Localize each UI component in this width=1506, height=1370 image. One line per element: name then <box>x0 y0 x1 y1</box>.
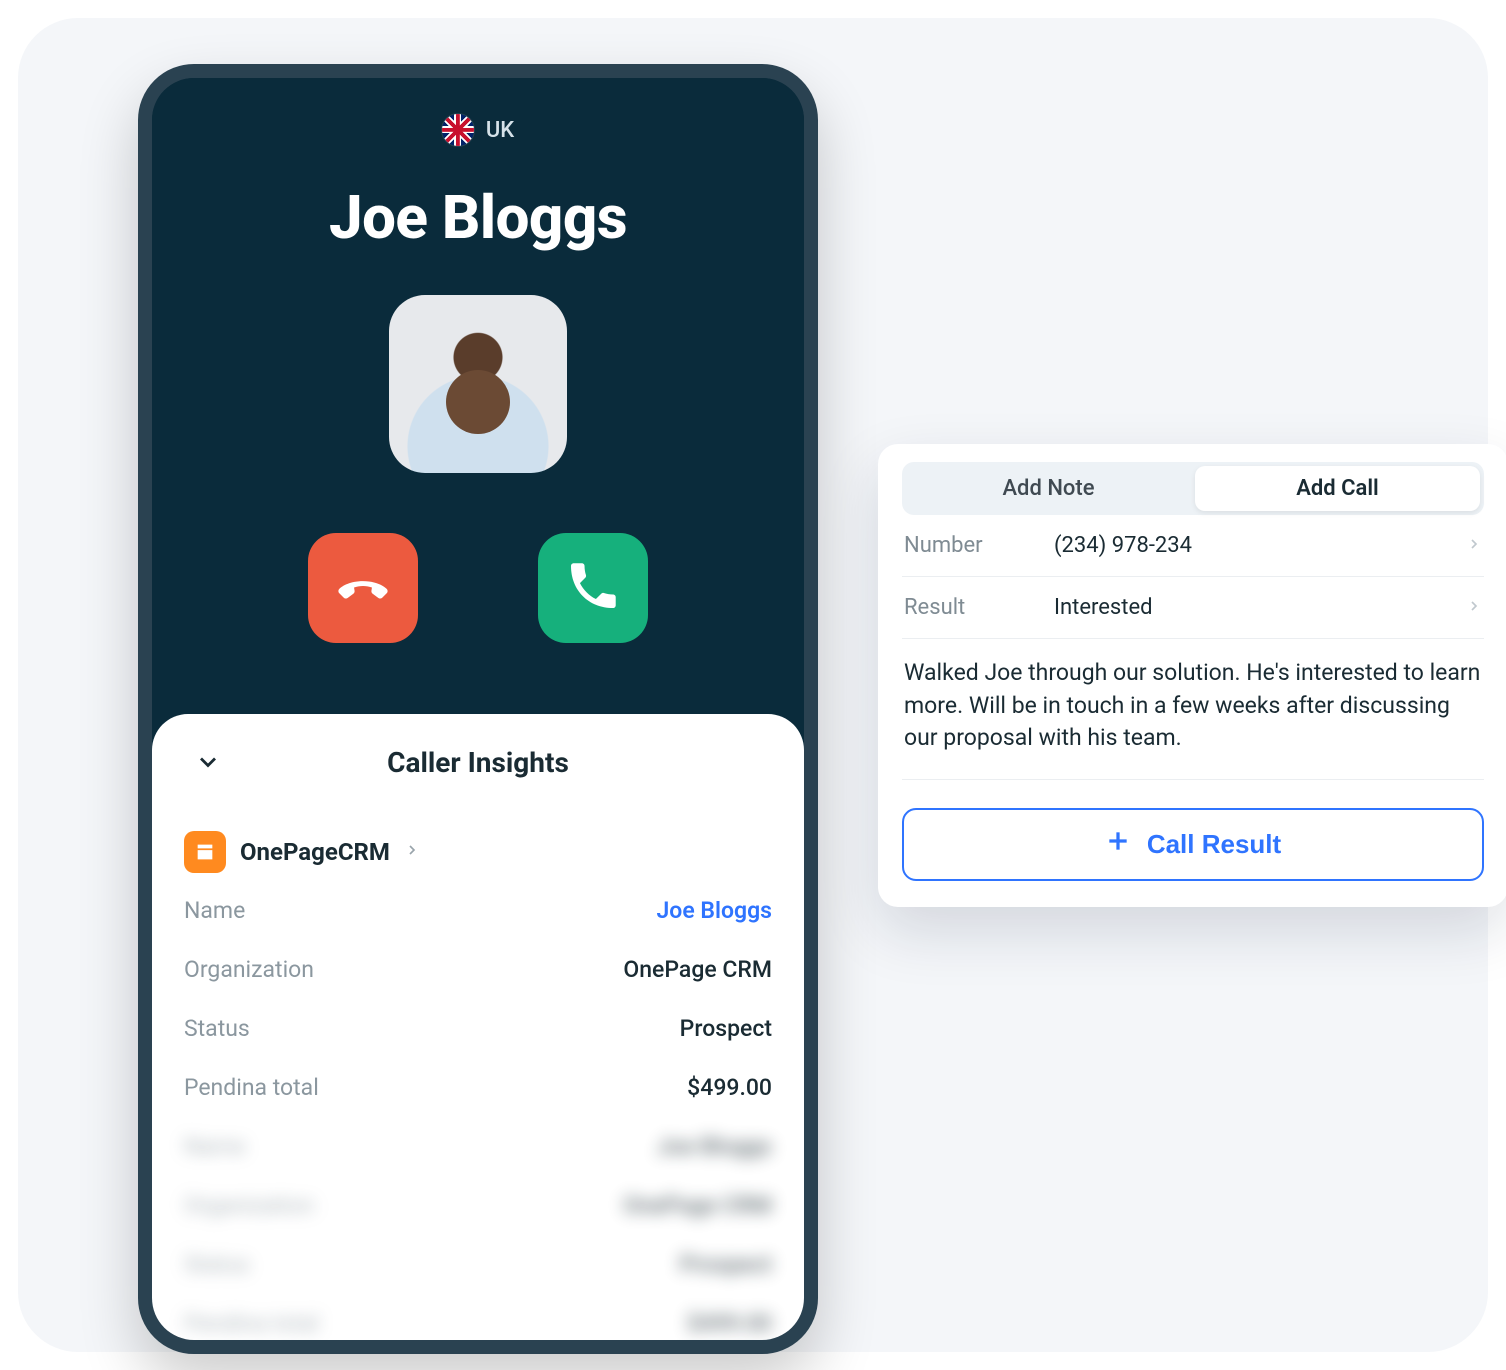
insights-field-key: Name <box>184 897 245 924</box>
uk-flag-icon <box>442 114 474 146</box>
insights-field-value: $499.00 <box>687 1310 772 1337</box>
number-label: Number <box>904 533 1054 558</box>
insights-field-value: OnePage CRM <box>623 956 772 983</box>
insights-field-key: Pendina total <box>184 1310 319 1337</box>
insights-field-value: Joe Bloggs <box>657 1133 772 1160</box>
insights-field-row: Organization OnePage CRM <box>178 940 778 999</box>
insights-field-value: $499.00 <box>687 1074 772 1101</box>
result-value: Interested <box>1054 595 1466 620</box>
insights-field-key: Status <box>184 1015 250 1042</box>
chevron-right-icon <box>404 842 420 862</box>
chevron-down-icon <box>194 748 222 776</box>
insights-field-value: Prospect <box>680 1015 772 1042</box>
insights-field-value: OnePage CRM <box>623 1192 772 1219</box>
incoming-call-phone-mock: UK Joe Bloggs <box>138 64 818 1354</box>
insights-field-row: Name Joe Bloggs <box>178 1117 778 1176</box>
insights-source-name: OnePageCRM <box>240 838 390 866</box>
call-result-button-label: Call Result <box>1147 829 1281 860</box>
insights-field-row: Organization OnePage CRM <box>178 1176 778 1235</box>
call-note-text[interactable]: Walked Joe through our solution. He's in… <box>902 639 1484 780</box>
tab-add-call[interactable]: Add Call <box>1195 466 1480 511</box>
call-result-button[interactable]: Call Result <box>902 808 1484 881</box>
result-field[interactable]: Result Interested <box>902 577 1484 639</box>
onepagecrm-logo-icon <box>184 831 226 873</box>
insights-field-key: Name <box>184 1133 245 1160</box>
caller-avatar <box>389 295 567 473</box>
insights-field-key: Pendina total <box>184 1074 319 1101</box>
tab-add-note[interactable]: Add Note <box>906 466 1191 511</box>
sheet-title: Caller Insights <box>387 746 569 779</box>
number-field[interactable]: Number (234) 978-234 <box>902 515 1484 577</box>
accept-call-button[interactable] <box>538 533 648 643</box>
chevron-right-icon <box>1466 536 1482 556</box>
segmented-tabs: Add Note Add Call <box>902 462 1484 515</box>
insights-field-row: Pendina total $499.00 <box>178 1058 778 1117</box>
country-code: UK <box>486 118 514 143</box>
chevron-right-icon <box>1466 598 1482 618</box>
number-value: (234) 978-234 <box>1054 533 1466 558</box>
phone-icon <box>564 557 622 619</box>
caller-country: UK <box>152 114 804 146</box>
caller-insights-sheet: Caller Insights OnePageCRM Name Joe Blogg… <box>152 714 804 1340</box>
plus-icon <box>1105 828 1131 861</box>
insights-field-value[interactable]: Joe Bloggs <box>656 897 772 924</box>
insights-field-key: Organization <box>184 956 314 983</box>
insights-field-row: Name Joe Bloggs <box>178 881 778 940</box>
insights-field-key: Status <box>184 1251 250 1278</box>
insights-field-value: Prospect <box>680 1251 772 1278</box>
insights-field-row: Status Prospect <box>178 999 778 1058</box>
caller-name: Joe Bloggs <box>152 182 804 253</box>
log-call-popover: Add Note Add Call Number (234) 978-234 R… <box>878 444 1506 907</box>
call-screen: UK Joe Bloggs <box>152 78 804 718</box>
result-label: Result <box>904 595 1054 620</box>
insights-field-row: Status Prospect <box>178 1235 778 1294</box>
collapse-sheet-button[interactable] <box>194 748 222 780</box>
insights-field-key: Organization <box>184 1192 314 1219</box>
decline-call-button[interactable] <box>308 533 418 643</box>
insights-field-list-extra: Name Joe Bloggs Organization OnePage CRM Sta… <box>178 1117 778 1353</box>
phone-hangup-icon <box>334 557 392 619</box>
insights-field-list: Name Joe Bloggs Organization OnePage CRM Sta… <box>178 881 778 1117</box>
insights-field-row: Pendina total $499.00 <box>178 1294 778 1353</box>
insights-source-row[interactable]: OnePageCRM <box>178 801 778 881</box>
